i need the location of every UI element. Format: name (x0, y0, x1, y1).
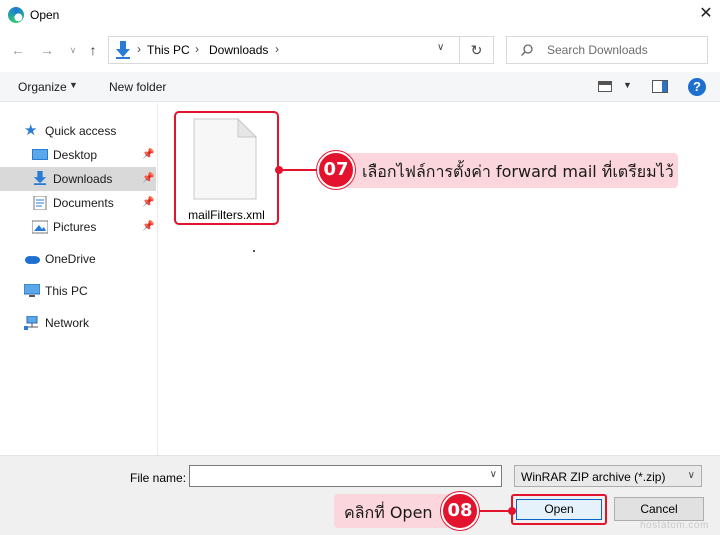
up-arrow-icon[interactable]: ↑ (84, 40, 102, 60)
sidebar-item-downloads[interactable]: Downloads 📌 (0, 167, 156, 191)
file-item-mailfilters[interactable]: mailFilters.xml (174, 111, 279, 225)
breadcrumb-this-pc[interactable]: This PC (147, 43, 190, 57)
open-button[interactable]: Open (516, 499, 602, 520)
cancel-button[interactable]: Cancel (614, 497, 704, 521)
computer-icon (24, 284, 40, 297)
organize-button[interactable]: Organize (18, 80, 67, 94)
refresh-button[interactable]: ↻ (460, 36, 494, 64)
file-name-label: File name: (130, 471, 187, 485)
sidebar-item-onedrive[interactable]: OneDrive (0, 247, 156, 271)
network-icon (24, 316, 38, 330)
forward-arrow-icon[interactable]: → (38, 40, 56, 60)
search-placeholder: Search Downloads (547, 43, 648, 57)
file-name-input[interactable]: ∨ (189, 465, 502, 487)
desktop-icon (32, 149, 48, 160)
recent-locations-chevron-icon[interactable]: ∨ (64, 40, 82, 60)
star-icon: ★ (24, 122, 38, 139)
cloud-icon (25, 256, 40, 264)
stray-pixel (253, 250, 255, 252)
command-toolbar: Organize ▼ New folder ▼ ? (0, 72, 720, 102)
watermark: hostatom.com (640, 520, 709, 531)
callout-step-07: เลือกไฟล์การตั้งค่า forward mail ที่เตรี… (340, 153, 678, 188)
sidebar-item-documents[interactable]: Documents 📌 (0, 191, 156, 215)
address-dropdown-chevron-icon[interactable]: ∨ (437, 42, 444, 53)
preview-pane-icon[interactable] (652, 80, 668, 93)
document-icon (33, 196, 47, 210)
callout-connector-line (280, 169, 320, 171)
caret-down-icon[interactable]: ▼ (69, 80, 78, 90)
view-options-caret-icon[interactable]: ▼ (623, 80, 632, 90)
edge-browser-icon (8, 7, 24, 23)
address-bar[interactable]: › This PC › Downloads › ∨ (108, 36, 460, 64)
breadcrumb-separator-icon: › (195, 42, 199, 56)
download-arrow-icon (116, 41, 130, 59)
pin-icon[interactable]: 📌 (142, 149, 154, 160)
step-badge-08: 08 (441, 492, 479, 530)
search-icon (521, 44, 533, 56)
sidebar-item-desktop[interactable]: Desktop 📌 (0, 143, 156, 167)
sidebar-item-pictures[interactable]: Pictures 📌 (0, 215, 156, 239)
breadcrumb-separator-icon: › (275, 42, 279, 56)
breadcrumb-separator-icon: › (137, 42, 141, 56)
breadcrumb-downloads[interactable]: Downloads (209, 43, 268, 57)
close-icon[interactable]: ✕ (696, 4, 716, 24)
change-view-icon[interactable] (598, 81, 612, 92)
search-input[interactable]: Search Downloads (506, 36, 708, 64)
download-arrow-icon (33, 171, 47, 185)
picture-icon (32, 220, 48, 234)
new-folder-button[interactable]: New folder (109, 80, 166, 94)
blank-file-icon (193, 117, 258, 200)
sidebar-item-quick-access[interactable]: ★ Quick access (0, 119, 156, 143)
window-title: Open (30, 8, 60, 22)
open-button-highlight: Open (511, 494, 607, 525)
chevron-down-icon[interactable]: ∨ (490, 469, 497, 480)
back-arrow-icon[interactable]: ← (9, 40, 27, 60)
navigation-pane: ★ Quick access Desktop 📌 Downloads 📌 Doc… (0, 103, 158, 455)
help-icon[interactable]: ? (688, 78, 706, 96)
chevron-down-icon: ∨ (687, 470, 695, 481)
pin-icon[interactable]: 📌 (142, 197, 154, 208)
pin-icon[interactable]: 📌 (142, 221, 154, 232)
file-type-select[interactable]: WinRAR ZIP archive (*.zip) ∨ (514, 465, 702, 487)
title-bar: Open ✕ (0, 0, 720, 30)
sidebar-item-this-pc[interactable]: This PC (0, 279, 156, 303)
step-badge-07: 07 (317, 151, 355, 189)
pin-icon[interactable]: 📌 (142, 173, 154, 184)
file-type-value: WinRAR ZIP archive (*.zip) (521, 470, 666, 484)
sidebar-item-network[interactable]: Network (0, 311, 156, 335)
callout-connector-line (480, 510, 510, 512)
file-name-label: mailFilters.xml (188, 208, 265, 222)
